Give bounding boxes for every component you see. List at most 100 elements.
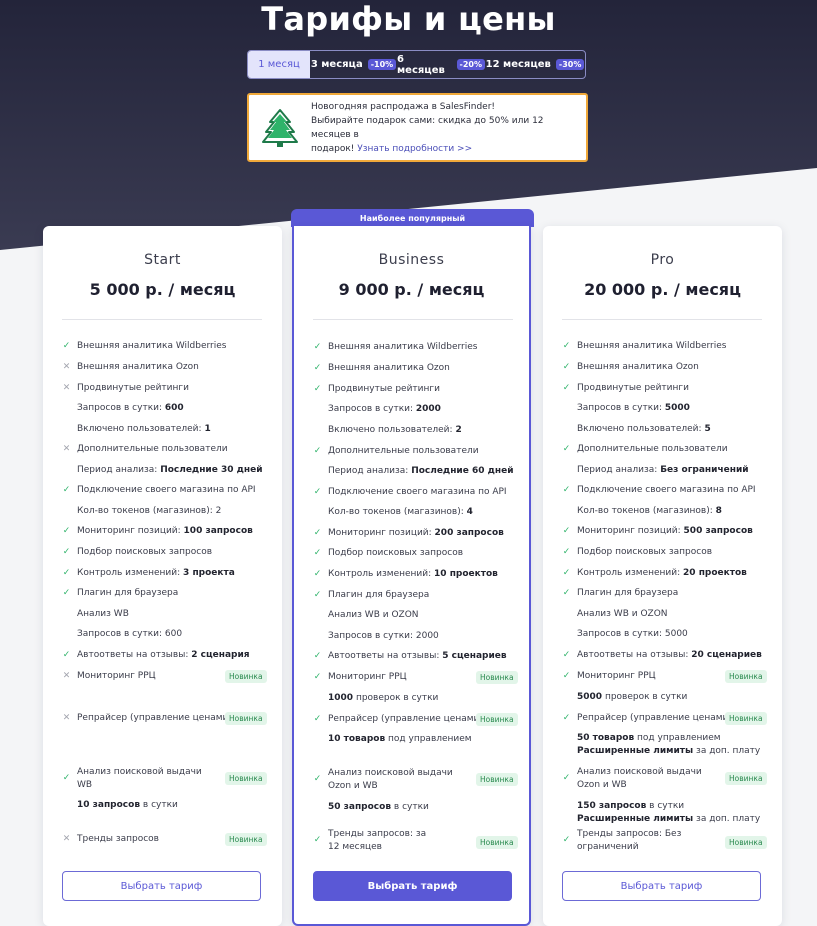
feature-line: Запросов в сутки: 600 (77, 402, 184, 415)
feature-line: Тренды запросов: Без (577, 828, 681, 841)
check-icon: ✓ (313, 774, 322, 784)
feature-line: Анализ поисковой выдачи (577, 766, 702, 779)
tab-3-months[interactable]: 3 месяца -10% (310, 51, 397, 78)
feature-value: 500 запросов (683, 526, 753, 536)
feature-line: Плагин для браузера (328, 589, 429, 602)
tab-6-months[interactable]: 6 месяцев -20% (397, 51, 485, 78)
feature-item: Внешняя аналитика Ozon (328, 362, 450, 375)
feature-item: Анализ поисковой выдачи WB (77, 766, 202, 792)
check-icon: ✓ (562, 547, 571, 557)
feature-text: Подбор поисковых запросов (328, 548, 464, 558)
check-icon: ✓ (562, 444, 571, 454)
feature-text: Автоответы на отзывы: (577, 650, 689, 660)
feature-line: Внешняя аналитика Wildberries (328, 341, 477, 354)
feature-text: Ozon и WB (328, 781, 378, 791)
feature-item: Контроль изменений: 3 проекта (77, 567, 235, 580)
feature-item: Внешняя аналитика Ozon (77, 361, 199, 374)
feature-item: Запросов в сутки: 600 (77, 628, 182, 641)
cross-icon: ✕ (62, 362, 71, 372)
feature-line: Контроль изменений: 10 проектов (328, 568, 498, 581)
feature-line: Внешняя аналитика Wildberries (77, 340, 226, 353)
feature-line-2: WB (77, 779, 202, 792)
feature-item: Запросов в сутки: 600 (77, 402, 184, 415)
tab-1-month[interactable]: 1 месяц (248, 51, 310, 78)
feature-text: Мониторинг позиций: (77, 526, 181, 536)
feature-item: Период анализа: Без ограничений (577, 464, 749, 477)
check-icon: ✓ (562, 713, 571, 723)
plan-card-start: Start 5 000 р. / месяц ✓ Внешняя аналитик… (43, 226, 282, 926)
feature-text: Репрайсер (управление ценами) (328, 714, 483, 724)
new-badge: Новинка (725, 712, 767, 725)
feature-value: 4 (466, 507, 473, 517)
feature-text: за доп. плату (696, 814, 761, 824)
feature-line: Тренды запросов: за (328, 828, 426, 841)
feature-text: Внешняя аналитика Wildberries (577, 341, 727, 351)
feature-text: Тренды запросов (77, 834, 159, 844)
feature-line: Анализ WB и OZON (577, 608, 668, 621)
feature-line: Автоответы на отзывы: 5 сценариев (328, 650, 507, 663)
new-badge: Новинка (476, 836, 518, 849)
feature-text: Мониторинг РРЦ (577, 671, 656, 681)
divider (62, 319, 262, 320)
check-icon: ✓ (313, 446, 322, 456)
feature-line: Мониторинг РРЦ (577, 670, 656, 683)
feature-line: 10 товаров под управлением (328, 733, 472, 746)
feature-value: 5000 (577, 692, 603, 702)
feature-text: Период анализа: (577, 465, 658, 475)
feature-text: Дополнительные пользователи (577, 444, 728, 454)
feature-line: Включено пользователей: 5 (577, 423, 711, 436)
choose-plan-button[interactable]: Выбрать тариф (62, 871, 261, 901)
feature-value: Расширенные лимиты (577, 814, 694, 824)
feature-item: Включено пользователей: 1 (77, 423, 211, 436)
feature-text: Подключение своего магазина по API (577, 485, 756, 495)
feature-item: Плагин для браузера (328, 589, 429, 602)
feature-line: Включено пользователей: 1 (77, 423, 211, 436)
feature-text: в сутки (142, 800, 178, 810)
choose-plan-button[interactable]: Выбрать тариф (313, 871, 512, 901)
feature-value: 100 запросов (183, 526, 253, 536)
feature-item: Анализ поисковой выдачи Ozon и WB (577, 766, 702, 792)
feature-text: Автоответы на отзывы: (328, 651, 440, 661)
check-icon: ✓ (62, 588, 71, 598)
feature-item: Продвинутые рейтинги (77, 382, 189, 395)
feature-item: Период анализа: Последние 60 дней (328, 465, 514, 478)
feature-line: Подбор поисковых запросов (77, 546, 212, 559)
feature-item: Плагин для браузера (77, 587, 178, 600)
promo-details-link[interactable]: Узнать подробности >> (357, 144, 472, 154)
check-icon: ✓ (313, 528, 322, 538)
feature-text: Дополнительные пользователи (328, 446, 479, 456)
feature-item: Мониторинг позиций: 200 запросов (328, 527, 504, 540)
tab-label: 3 месяца (310, 59, 363, 70)
tab-label: 1 месяц (258, 59, 300, 70)
check-icon: ✓ (62, 485, 71, 495)
tab-12-months[interactable]: 12 месяцев -30% (485, 51, 585, 78)
feature-text: WB (77, 780, 93, 790)
feature-item: 10 товаров под управлением (328, 733, 472, 746)
feature-text: Автоответы на отзывы: (77, 650, 189, 660)
feature-text: Запросов в сутки: (577, 403, 663, 413)
feature-item: 5000 проверок в сутки (577, 691, 687, 704)
feature-value: 2 сценария (191, 650, 250, 660)
check-icon: ✓ (562, 568, 571, 578)
feature-line-2: Расширенные лимиты за доп. плату (577, 745, 760, 758)
feature-line: Мониторинг РРЦ (328, 671, 407, 684)
feature-text: 12 месяцев (328, 842, 382, 852)
check-icon: ✓ (62, 341, 71, 351)
feature-text: Внешняя аналитика Ozon (577, 362, 699, 372)
feature-item: Подключение своего магазина по API (577, 484, 756, 497)
feature-line: Репрайсер (управление ценами) (77, 712, 232, 725)
check-icon: ✓ (313, 487, 322, 497)
promo-line-2: Выбирайте подарок сами: скидка до 50% ил… (311, 115, 544, 140)
feature-line: Запросов в сутки: 2000 (328, 403, 441, 416)
feature-value: 20 проектов (683, 568, 747, 578)
feature-text: Запросов в сутки: 600 (77, 629, 183, 639)
choose-plan-button[interactable]: Выбрать тариф (562, 871, 761, 901)
feature-line: 1000 проверок в сутки (328, 692, 438, 705)
feature-value: 600 (164, 403, 184, 413)
new-badge: Новинка (476, 671, 518, 684)
feature-text: Подключение своего магазина по API (77, 485, 256, 495)
feature-item: Кол-во токенов (магазинов): 2 (77, 505, 221, 518)
feature-line-2: Ozon и WB (328, 780, 453, 793)
feature-line: Внешняя аналитика Ozon (328, 362, 450, 375)
feature-text: Запросов в сутки: 5000 (577, 629, 688, 639)
